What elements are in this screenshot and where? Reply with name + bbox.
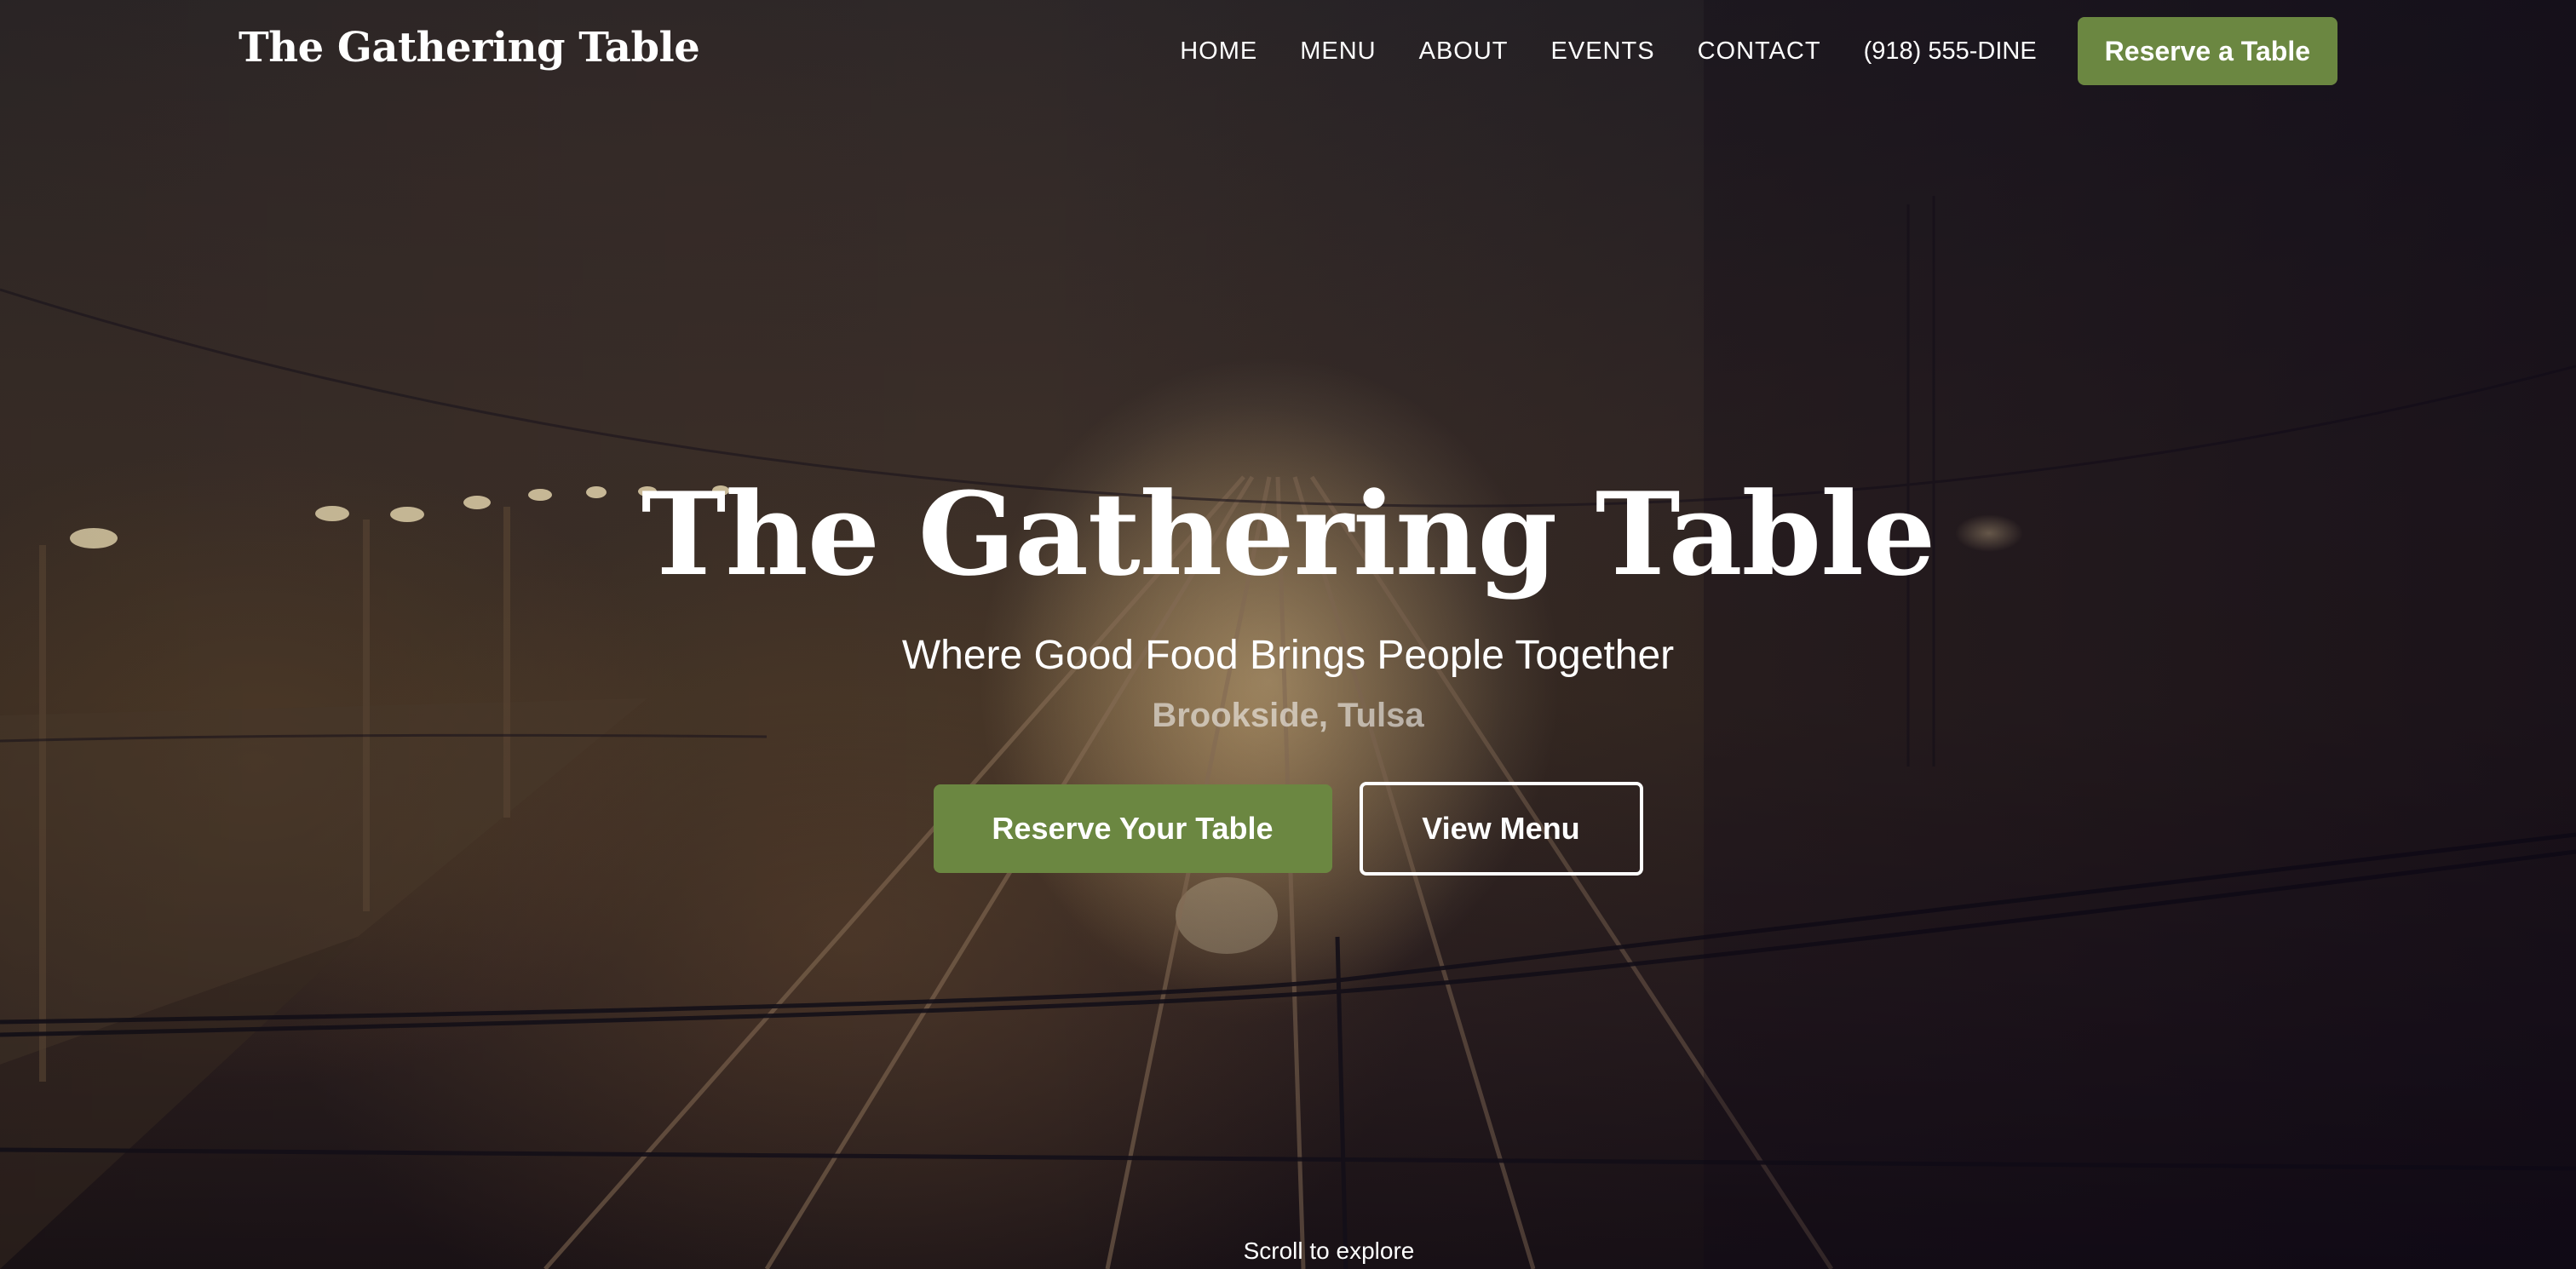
nav-link-contact[interactable]: CONTACT — [1698, 37, 1821, 66]
nav-link-about[interactable]: ABOUT — [1419, 37, 1509, 66]
hero-section: The Gathering Table HOME MENU ABOUT EVEN… — [0, 0, 2576, 1269]
hero-tagline: Where Good Food Brings People Together — [901, 633, 1675, 678]
hero-location: Brookside, Tulsa — [1152, 697, 1424, 734]
nav-links: HOME MENU ABOUT EVENTS CONTACT (918) 555… — [1180, 17, 2337, 85]
brand-logo[interactable]: The Gathering Table — [239, 24, 700, 72]
hero-content: The Gathering Table Where Good Food Brin… — [0, 477, 2576, 876]
nav-link-home[interactable]: HOME — [1180, 37, 1257, 66]
nav-phone-link[interactable]: (918) 555-DINE — [1864, 37, 2037, 66]
reserve-table-nav-button[interactable]: Reserve a Table — [2077, 17, 2337, 85]
nav-link-events[interactable]: EVENTS — [1551, 37, 1655, 66]
top-navigation: The Gathering Table HOME MENU ABOUT EVEN… — [0, 0, 2576, 102]
scroll-hint[interactable]: Scroll to explore — [0, 1237, 2576, 1265]
nav-link-menu[interactable]: MENU — [1300, 37, 1376, 66]
view-menu-button[interactable]: View Menu — [1359, 782, 1643, 876]
hero-title: The Gathering Table — [641, 467, 1936, 601]
reserve-your-table-button[interactable]: Reserve Your Table — [933, 784, 1332, 873]
hero-buttons: Reserve Your Table View Menu — [0, 782, 2576, 876]
